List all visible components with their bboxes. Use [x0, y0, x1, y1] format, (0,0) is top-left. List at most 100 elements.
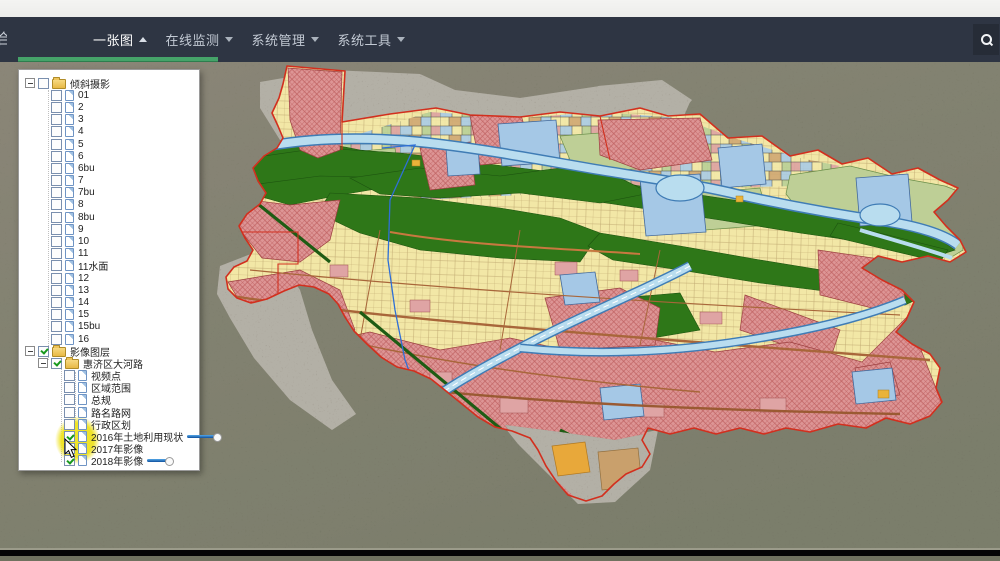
- tree-checkbox[interactable]: [51, 297, 62, 308]
- search-button[interactable]: [973, 24, 999, 55]
- tree-node: 10: [19, 235, 199, 247]
- tree-checkbox[interactable]: [51, 260, 62, 271]
- bottom-bar: [0, 550, 1000, 556]
- tree-checkbox[interactable]: [51, 102, 62, 113]
- tree-node: 4: [19, 126, 199, 138]
- tree-node-label[interactable]: 5: [78, 139, 84, 150]
- tree-checkbox[interactable]: [64, 431, 75, 442]
- layer-file-icon: [65, 334, 74, 345]
- tree-node: 2018年影像: [19, 455, 199, 467]
- menu-label: 在线监测: [166, 30, 220, 49]
- search-icon: [981, 34, 992, 45]
- tree-checkbox[interactable]: [64, 394, 75, 405]
- layer-file-icon: [65, 187, 74, 198]
- chevron-down-icon: [311, 37, 319, 42]
- collapse-icon[interactable]: [25, 346, 35, 356]
- tree-checkbox[interactable]: [64, 407, 75, 418]
- layer-file-icon: [65, 224, 74, 235]
- tree-checkbox[interactable]: [64, 382, 75, 393]
- tree-node-label[interactable]: 14: [78, 297, 89, 308]
- tree-checkbox[interactable]: [38, 346, 49, 357]
- tree-checkbox[interactable]: [51, 199, 62, 210]
- tree-checkbox[interactable]: [51, 126, 62, 137]
- layer-file-icon: [78, 419, 87, 430]
- tree-node-label[interactable]: 10: [78, 236, 89, 247]
- tree-node-label[interactable]: 01: [78, 90, 89, 101]
- tree-node: 11水面: [19, 260, 199, 272]
- tree-node: 7bu: [19, 187, 199, 199]
- tree-checkbox[interactable]: [51, 212, 62, 223]
- tree-node: 15bu: [19, 321, 199, 333]
- tree-node-label[interactable]: 6bu: [78, 163, 95, 174]
- tree-node-label[interactable]: 2: [78, 102, 84, 113]
- tree-node-label[interactable]: 8bu: [78, 212, 95, 223]
- tree-checkbox[interactable]: [51, 273, 62, 284]
- menu-item[interactable]: 系统工具: [332, 17, 411, 62]
- tree-node-label[interactable]: 2018年影像: [91, 453, 143, 468]
- layer-file-icon: [78, 370, 87, 381]
- opacity-slider[interactable]: [147, 456, 172, 465]
- tree-node-label[interactable]: 9: [78, 224, 84, 235]
- layer-file-icon: [78, 455, 87, 466]
- layer-file-icon: [78, 382, 87, 393]
- tree-checkbox[interactable]: [38, 78, 49, 89]
- tree-checkbox[interactable]: [51, 163, 62, 174]
- tree-node-label[interactable]: 7bu: [78, 187, 95, 198]
- tree-checkbox[interactable]: [51, 139, 62, 150]
- tree-checkbox[interactable]: [51, 114, 62, 125]
- layer-file-icon: [65, 163, 74, 174]
- tree-node-label[interactable]: 6: [78, 151, 84, 162]
- tree-checkbox[interactable]: [51, 90, 62, 101]
- menu-item[interactable]: 系统管理: [246, 17, 325, 62]
- tree-checkbox[interactable]: [51, 175, 62, 186]
- tree-node: 3: [19, 114, 199, 126]
- tree-node-label[interactable]: 7: [78, 175, 84, 186]
- menu-item[interactable]: 在线监测: [160, 17, 239, 62]
- tree-node-label[interactable]: 15bu: [78, 321, 100, 332]
- tree-checkbox[interactable]: [51, 309, 62, 320]
- tree-checkbox[interactable]: [51, 285, 62, 296]
- tree-checkbox[interactable]: [51, 224, 62, 235]
- layer-file-icon: [78, 443, 87, 454]
- tree-node: 01: [19, 89, 199, 101]
- tree-node: 11: [19, 248, 199, 260]
- tree-node-label[interactable]: 15: [78, 309, 89, 320]
- tree-checkbox[interactable]: [51, 334, 62, 345]
- menu-item[interactable]: 一张图: [87, 17, 153, 62]
- tree-node-label[interactable]: 13: [78, 285, 89, 296]
- layer-file-icon: [65, 212, 74, 223]
- tree-node-label[interactable]: 4: [78, 126, 84, 137]
- folder-icon: [52, 347, 66, 357]
- tree-node-label[interactable]: 8: [78, 199, 84, 210]
- tree-checkbox[interactable]: [51, 321, 62, 332]
- tree-checkbox[interactable]: [51, 187, 62, 198]
- tree-checkbox[interactable]: [51, 248, 62, 259]
- collapse-icon[interactable]: [25, 78, 35, 88]
- tree-node-label[interactable]: 3: [78, 114, 84, 125]
- tree-node: 8bu: [19, 211, 199, 223]
- tree-node: 5: [19, 138, 199, 150]
- tree-checkbox[interactable]: [51, 358, 62, 369]
- layer-file-icon: [78, 407, 87, 418]
- tree-checkbox[interactable]: [64, 419, 75, 430]
- collapse-icon[interactable]: [38, 358, 48, 368]
- menu-label: 系统管理: [252, 30, 306, 49]
- tree-node-label[interactable]: 11水面: [78, 258, 108, 273]
- tree-checkbox[interactable]: [51, 151, 62, 162]
- browser-top-strip: [0, 0, 1000, 18]
- layer-file-icon: [65, 199, 74, 210]
- opacity-slider[interactable]: [187, 432, 220, 441]
- tree-node-label[interactable]: 倾斜摄影: [70, 76, 110, 91]
- tree-checkbox[interactable]: [64, 370, 75, 381]
- layer-file-icon: [78, 431, 87, 442]
- layer-file-icon: [65, 273, 74, 284]
- tree-checkbox[interactable]: [64, 455, 75, 466]
- tree-node-label[interactable]: 12: [78, 273, 89, 284]
- layer-file-icon: [65, 126, 74, 137]
- layer-file-icon: [65, 297, 74, 308]
- tree-checkbox[interactable]: [64, 443, 75, 454]
- tree-checkbox[interactable]: [51, 236, 62, 247]
- layer-file-icon: [78, 394, 87, 405]
- layer-tree: 倾斜摄影01234 566bu77bu8 8bu9101111水面121314151…: [19, 77, 199, 467]
- folder-icon: [65, 359, 79, 369]
